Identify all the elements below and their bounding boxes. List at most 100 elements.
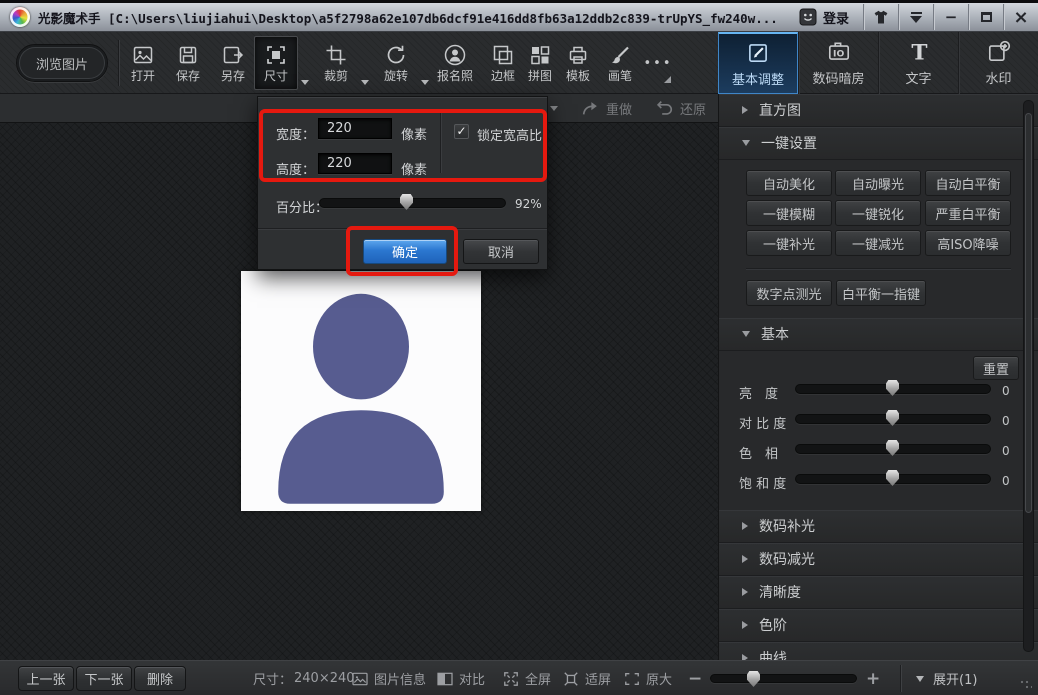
- panel-scrollbar-track[interactable]: [1023, 100, 1034, 652]
- quick-button-wb-one-touch[interactable]: 白平衡一指键: [836, 280, 926, 306]
- quick-button-fill-light[interactable]: 一键补光: [746, 230, 832, 256]
- reset-button[interactable]: 重置: [973, 356, 1019, 380]
- quick-button-auto-beautify[interactable]: 自动美化: [746, 170, 832, 196]
- quick-button-spot-metering[interactable]: 数字点测光: [746, 280, 832, 306]
- triangle-down-icon: [742, 331, 750, 337]
- image-size-readout: 尺寸：240×240: [253, 661, 355, 695]
- fit-screen-icon: [563, 671, 579, 687]
- tab-watermark[interactable]: 水印: [958, 32, 1038, 94]
- rotate-button[interactable]: 旋转: [374, 36, 418, 90]
- size-button[interactable]: 尺寸: [254, 36, 298, 90]
- cancel-button[interactable]: 取消: [463, 239, 539, 264]
- resize-grip[interactable]: [1020, 680, 1032, 690]
- save-icon: [176, 43, 200, 67]
- prev-image-label: 上一张: [26, 669, 65, 688]
- id-photo-icon: [443, 43, 467, 67]
- section-label: 数码减光: [759, 549, 815, 569]
- statusbar-divider: [900, 665, 901, 692]
- fullscreen-button[interactable]: 全屏: [503, 661, 551, 695]
- hue-label: 色 相: [739, 443, 797, 462]
- crop-icon: [324, 43, 348, 67]
- browse-images-button[interactable]: 浏览图片: [16, 44, 108, 82]
- quick-button-blur[interactable]: 一键模糊: [746, 200, 832, 226]
- zoom-slider-handle[interactable]: [747, 671, 760, 687]
- zoom-slider-track[interactable]: [710, 674, 857, 683]
- tab-text[interactable]: T 文字: [878, 32, 958, 94]
- brightness-label: 亮 度: [739, 383, 797, 402]
- photo-preview: [241, 271, 481, 511]
- crop-button[interactable]: 裁剪: [314, 36, 358, 90]
- section-histogram[interactable]: 直方图: [719, 94, 1038, 127]
- quick-button-iso-denoise[interactable]: 高ISO降噪: [925, 230, 1011, 256]
- crop-dropdown-arrow[interactable]: [361, 80, 369, 85]
- compare-button[interactable]: 对比: [437, 661, 485, 695]
- save-button[interactable]: 保存: [166, 36, 210, 90]
- quick-button-dim-light[interactable]: 一键减光: [835, 230, 921, 256]
- panel-scrollbar-thumb[interactable]: [1025, 113, 1032, 513]
- quick-button-label: 一键减光: [852, 234, 904, 253]
- history-dropdown-arrow[interactable]: [550, 106, 558, 111]
- text-T-icon: T: [906, 39, 932, 65]
- maximize-button[interactable]: [969, 3, 1003, 31]
- rotate-dropdown-arrow[interactable]: [421, 80, 429, 85]
- section-label: 数码补光: [759, 516, 815, 536]
- plus-icon: +: [866, 669, 880, 689]
- section-basic[interactable]: 基本: [719, 318, 1038, 351]
- border-icon: [491, 43, 515, 67]
- fit-screen-button[interactable]: 适屏: [563, 661, 611, 695]
- minimize-icon: −: [945, 8, 958, 26]
- redo-button[interactable]: 重做: [580, 94, 632, 122]
- section-clarity[interactable]: 清晰度: [719, 576, 1038, 609]
- size-dropdown-arrow[interactable]: [301, 80, 309, 85]
- crop-label: 裁剪: [324, 70, 348, 83]
- tab-text-label: 文字: [905, 68, 931, 87]
- quick-button-label: 严重白平衡: [935, 204, 1000, 223]
- section-levels[interactable]: 色阶: [719, 609, 1038, 642]
- id-photo-button[interactable]: 报名照: [430, 36, 480, 90]
- triangle-right-icon: [742, 106, 748, 114]
- tab-basic-adjust[interactable]: 基本调整: [718, 32, 798, 94]
- original-size-icon: [624, 671, 640, 687]
- zoom-out-button[interactable]: −: [688, 661, 702, 695]
- restore-button[interactable]: 还原: [654, 94, 706, 122]
- template-button[interactable]: 模板: [556, 36, 600, 90]
- close-button[interactable]: ×: [1004, 3, 1038, 31]
- panel-divider: [746, 268, 1011, 269]
- open-button[interactable]: 打开: [121, 36, 165, 90]
- saturation-value: 0: [1002, 474, 1010, 488]
- quick-button-strong-whitebalance[interactable]: 严重白平衡: [925, 200, 1011, 226]
- svg-text:IO: IO: [833, 48, 844, 59]
- login-button[interactable]: 登录: [785, 3, 863, 31]
- zoom-in-button[interactable]: +: [866, 661, 880, 695]
- collapse-window-button[interactable]: [899, 3, 933, 31]
- tab-darkroom[interactable]: IO 数码暗房: [798, 32, 878, 94]
- prev-image-button[interactable]: 上一张: [18, 666, 74, 691]
- triangle-right-icon: [742, 621, 748, 629]
- original-size-button[interactable]: 原大: [624, 661, 672, 695]
- save-as-icon: [221, 43, 245, 67]
- quick-button-auto-whitebalance[interactable]: 自动白平衡: [925, 170, 1011, 196]
- contrast-value: 0: [1002, 414, 1010, 428]
- section-curves[interactable]: 曲线: [719, 642, 1038, 660]
- more-dots-icon: •••: [643, 56, 672, 71]
- brush-button[interactable]: 画笔: [598, 36, 642, 90]
- delete-image-button[interactable]: 删除: [134, 666, 186, 691]
- expand-filmstrip-button[interactable]: 展开(1): [916, 661, 977, 695]
- tshirt-icon: [872, 9, 890, 26]
- id-photo-label: 报名照: [437, 70, 473, 83]
- quick-button-auto-exposure[interactable]: 自动曝光: [835, 170, 921, 196]
- skin-button[interactable]: [864, 3, 898, 31]
- next-image-button[interactable]: 下一张: [76, 666, 132, 691]
- section-one-key[interactable]: 一键设置: [719, 127, 1038, 160]
- save-as-button[interactable]: 另存: [211, 36, 255, 90]
- more-tools-button[interactable]: •••: [638, 36, 678, 90]
- minimize-button[interactable]: −: [934, 3, 968, 31]
- size-icon: [264, 43, 288, 67]
- section-dim-light[interactable]: 数码减光: [719, 543, 1038, 576]
- collage-icon: [528, 43, 552, 67]
- section-fill-light[interactable]: 数码补光: [719, 510, 1038, 543]
- save-as-label: 另存: [221, 70, 245, 83]
- quick-button-sharpen[interactable]: 一键锐化: [835, 200, 921, 226]
- triangle-right-icon: [742, 588, 748, 596]
- image-info-button[interactable]: 图片信息: [352, 661, 426, 695]
